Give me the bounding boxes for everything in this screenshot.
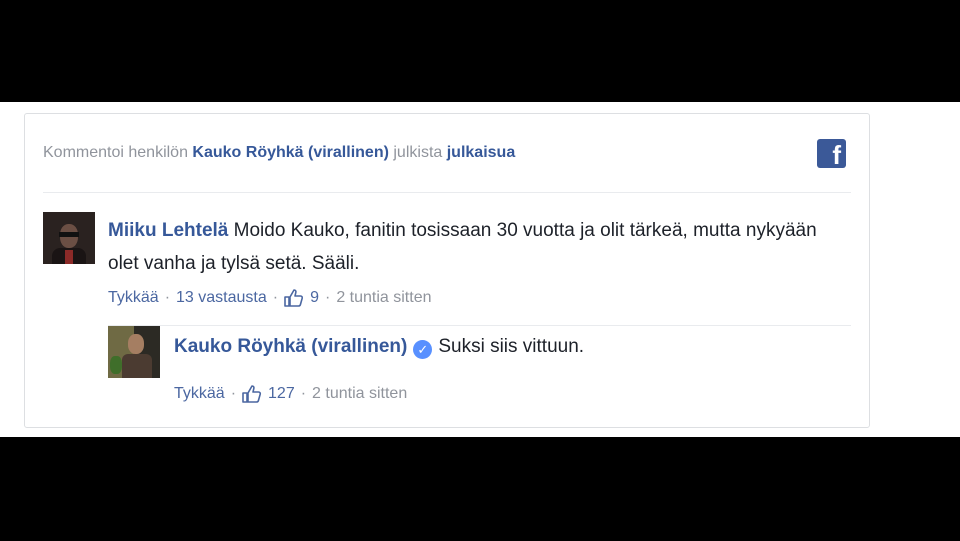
replies-link[interactable]: 13 vastausta: [176, 289, 267, 307]
separator: ·: [300, 385, 307, 402]
avatar-glasses: [59, 232, 79, 237]
comment-card: Kommentoi henkilön Kauko Röyhkä (viralli…: [24, 113, 870, 428]
comment-actions: Tykkää · 127 · 2 tuntia sitten: [174, 385, 407, 403]
comment-timestamp[interactable]: 2 tuntia sitten: [336, 289, 431, 307]
thumbs-up-icon: [242, 385, 262, 403]
facebook-logo-letter: f: [832, 140, 841, 170]
comment-actions: Tykkää · 13 vastausta · 9 · 2 tuntia sit…: [108, 289, 431, 307]
post-link[interactable]: julkaisua: [447, 144, 515, 161]
like-count[interactable]: 127: [268, 385, 295, 403]
avatar-detail: [65, 250, 73, 264]
card-header: Kommentoi henkilön Kauko Röyhkä (viralli…: [43, 144, 515, 162]
avatar-face: [128, 334, 144, 354]
avatar-figure: [122, 354, 152, 378]
like-count[interactable]: 9: [310, 289, 319, 307]
comment-body: Kauko Röyhkä (virallinen) ✓ Suksi siis vit…: [174, 330, 834, 363]
avatar-plant: [110, 356, 122, 374]
separator: ·: [272, 289, 279, 306]
reply-divider: [108, 325, 851, 326]
like-button[interactable]: Tykkää: [108, 289, 159, 307]
thumbs-up-icon: [284, 289, 304, 307]
comment-text: Suksi siis vittuun.: [438, 336, 585, 357]
facebook-logo-icon[interactable]: f: [817, 139, 846, 170]
avatar[interactable]: [43, 212, 95, 264]
header-divider: [43, 192, 851, 193]
header-prefix: Kommentoi henkilön: [43, 144, 188, 161]
page-name-link[interactable]: Kauko Röyhkä (virallinen): [192, 144, 389, 161]
comment-author-link[interactable]: Miiku Lehtelä: [108, 220, 228, 241]
like-button[interactable]: Tykkää: [174, 385, 225, 403]
verified-check-icon: ✓: [413, 340, 433, 359]
separator: ·: [324, 289, 331, 306]
header-middle: julkista: [393, 144, 443, 161]
separator: ·: [164, 289, 171, 306]
separator: ·: [230, 385, 237, 402]
comment-timestamp[interactable]: 2 tuntia sitten: [312, 385, 407, 403]
avatar[interactable]: [108, 326, 160, 378]
comment-body: Miiku Lehtelä Moido Kauko, fanitin tosis…: [108, 214, 838, 280]
comment-author-link[interactable]: Kauko Röyhkä (virallinen): [174, 336, 407, 357]
